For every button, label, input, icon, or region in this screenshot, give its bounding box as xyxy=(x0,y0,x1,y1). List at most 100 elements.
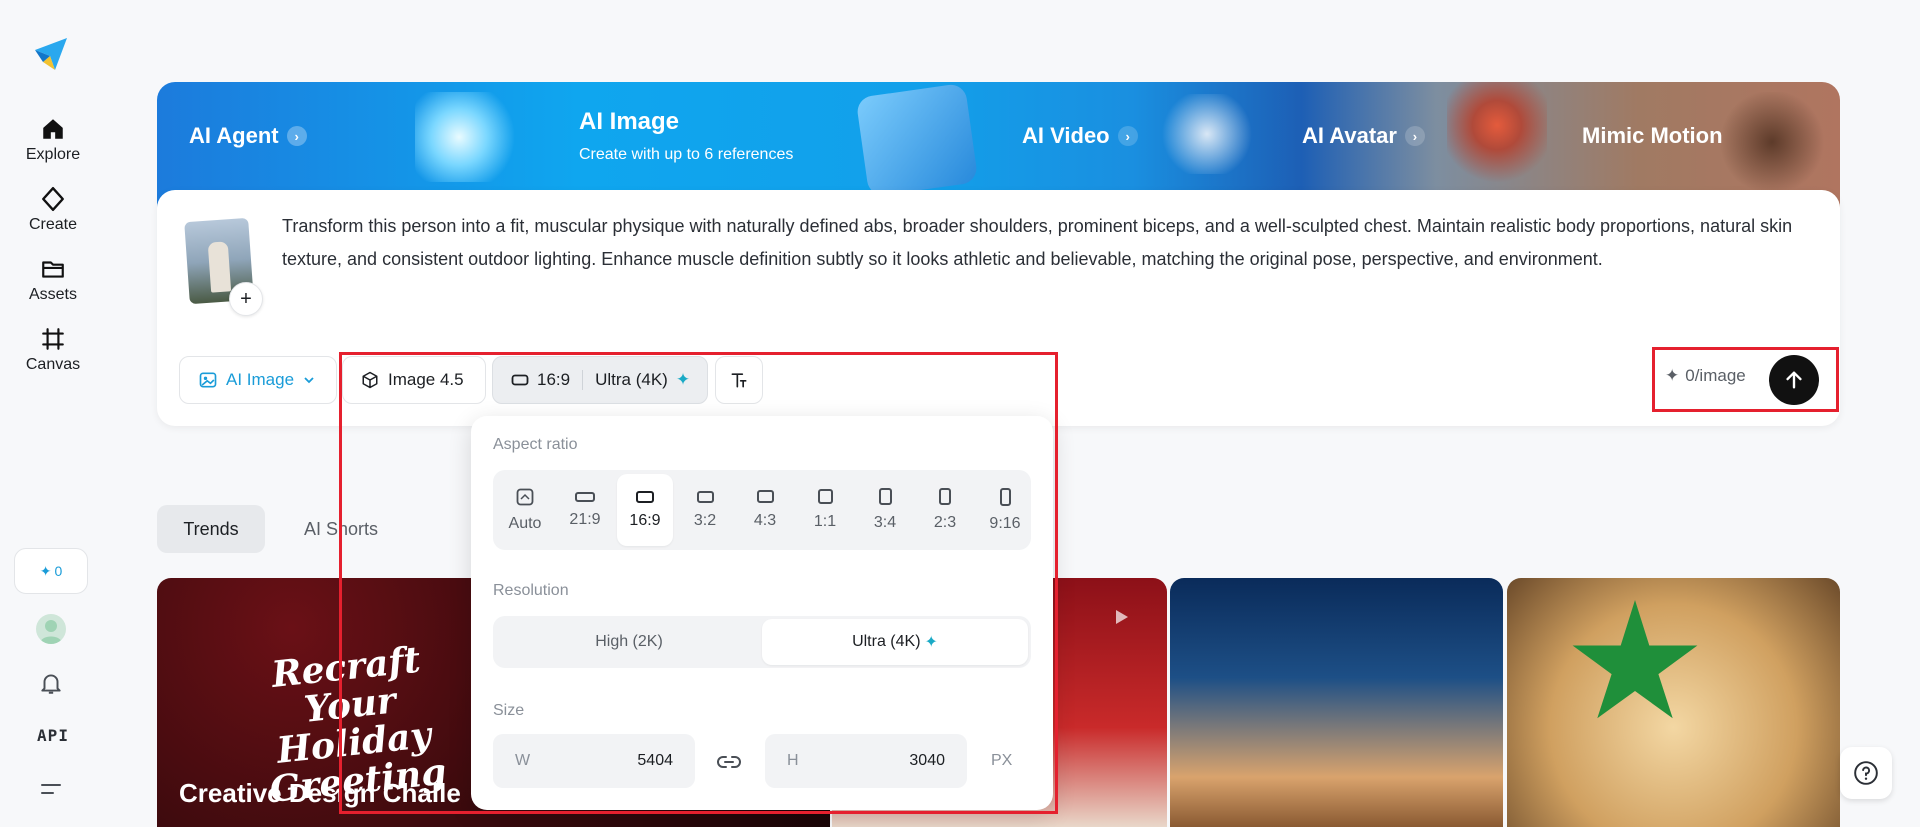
nav-explore-label: Explore xyxy=(25,146,81,163)
banner-tab-mimic-motion[interactable]: Mimic Motion xyxy=(1582,82,1723,190)
aspect-option-auto[interactable]: Auto xyxy=(497,474,553,546)
sparkle-icon: ✦ xyxy=(39,562,52,579)
help-button[interactable] xyxy=(1840,747,1892,799)
banner-tab-ai-image-label: AI Image xyxy=(579,108,680,135)
reference-person-shape xyxy=(207,241,232,293)
model-selector[interactable]: Image 4.5 xyxy=(342,356,486,404)
banner-tab-ai-image-subtitle: Create with up to 6 references xyxy=(579,146,794,163)
prompt-card: + Transform this person into a fit, musc… xyxy=(157,190,1840,426)
banner-tab-ai-avatar-label: AI Avatar xyxy=(1302,123,1397,148)
aspect-option-label: 3:4 xyxy=(873,514,897,531)
arrow-up-icon xyxy=(1786,371,1802,389)
aspect-option-16-9[interactable]: 16:9 xyxy=(617,474,673,546)
menu-icon[interactable] xyxy=(40,780,62,798)
banner-tab-ai-agent[interactable]: AI Agent › xyxy=(189,82,307,190)
banner-art-image xyxy=(855,82,979,198)
aspect-resolution-selector[interactable]: 16:9 Ultra (4K) ✦ xyxy=(492,356,708,404)
chevron-right-icon: › xyxy=(1117,126,1138,146)
app-logo[interactable] xyxy=(33,36,69,72)
width-value: 5404 xyxy=(637,752,673,769)
aspect-shape-icon xyxy=(939,488,951,505)
avatar[interactable] xyxy=(36,614,66,644)
resolution-option-label: Ultra (4K) xyxy=(852,633,921,650)
unit-label: PX xyxy=(991,752,1013,769)
user-avatar-icon xyxy=(40,620,62,644)
sparkle-icon: ✦ xyxy=(675,370,691,389)
resolution-option-high[interactable]: High (2K) xyxy=(496,619,762,665)
resolution-option-ultra[interactable]: Ultra (4K) ✦ xyxy=(762,619,1028,665)
aspect-option-9-16[interactable]: 9:16 xyxy=(977,474,1033,546)
text-style-button[interactable] xyxy=(715,356,763,404)
banner-art-mimic xyxy=(1717,92,1827,192)
banner-tab-ai-image[interactable]: AI Image Create with up to 6 references xyxy=(579,82,793,190)
aspect-shape-icon xyxy=(756,490,774,503)
aspect-option-label: 1:1 xyxy=(813,513,837,530)
credits-count: 0 xyxy=(54,563,63,579)
banner-tab-ai-video-label: AI Video xyxy=(1022,123,1110,148)
banner-tab-ai-video[interactable]: AI Video › xyxy=(1022,82,1138,190)
chevron-right-icon: › xyxy=(1404,126,1425,146)
height-value: 3040 xyxy=(909,752,945,769)
credits-button[interactable]: ✦ 0 xyxy=(14,548,88,594)
aspect-ratio-options: Auto 21:9 16:9 3:2 4:3 1:1 3:4 2:3 9:16 xyxy=(493,470,1031,550)
nav-assets[interactable]: Assets xyxy=(0,256,106,304)
sidebar: Explore Create Assets Canvas ✦ 0 API xyxy=(0,0,106,827)
aspect-ratio-title: Aspect ratio xyxy=(493,436,578,453)
mode-label: AI Image xyxy=(226,370,295,389)
generate-button[interactable] xyxy=(1769,355,1819,405)
gallery-card-underwater[interactable] xyxy=(1170,578,1503,827)
aspect-shape-icon xyxy=(636,490,654,503)
tab-ai-shorts[interactable]: AI Shorts xyxy=(280,505,402,553)
aspect-option-label: 16:9 xyxy=(629,511,661,529)
aspect-shape-icon xyxy=(696,490,714,503)
size-title: Size xyxy=(493,702,525,719)
banner-art-avatar xyxy=(1447,82,1547,190)
mode-selector[interactable]: AI Image xyxy=(179,356,337,404)
play-icon xyxy=(1116,610,1128,624)
gallery-card-caption: Creative Design Challe xyxy=(179,778,461,808)
aspect-option-label: 2:3 xyxy=(933,514,957,531)
folder-icon xyxy=(42,261,64,278)
bell-icon[interactable] xyxy=(38,670,64,696)
aspect-shape-icon xyxy=(878,488,892,505)
sparkle-icon: ✦ xyxy=(1665,366,1680,385)
aspect-option-2-3[interactable]: 2:3 xyxy=(917,474,973,546)
cube-icon xyxy=(362,371,378,389)
aspect-option-21-9[interactable]: 21:9 xyxy=(557,474,613,546)
link-icon[interactable] xyxy=(715,748,743,776)
aspect-option-3-2[interactable]: 3:2 xyxy=(677,474,733,546)
width-field[interactable]: W 5404 xyxy=(493,734,695,788)
nav-explore[interactable]: Explore xyxy=(0,116,106,164)
gallery-card-balloon[interactable] xyxy=(1507,578,1840,827)
model-label: Image 4.5 xyxy=(388,370,464,389)
help-icon xyxy=(1854,761,1878,785)
height-field[interactable]: H 3040 xyxy=(765,734,967,788)
nav-create[interactable]: Create xyxy=(0,186,106,234)
aspect-option-label: 3:2 xyxy=(693,511,717,529)
add-reference-button[interactable]: + xyxy=(229,282,263,316)
nav-canvas[interactable]: Canvas xyxy=(0,326,106,374)
resolution-options: High (2K) Ultra (4K) ✦ xyxy=(493,616,1031,668)
banner-tab-mimic-motion-label: Mimic Motion xyxy=(1582,123,1723,148)
divider xyxy=(582,370,584,390)
aspect-option-4-3[interactable]: 4:3 xyxy=(737,474,793,546)
api-link[interactable]: API xyxy=(0,726,106,745)
aspect-option-label: 4:3 xyxy=(753,512,777,529)
aspect-shape-icon xyxy=(817,489,833,504)
auto-aspect-icon xyxy=(516,488,534,505)
prompt-input[interactable]: Transform this person into a fit, muscul… xyxy=(282,210,1812,275)
banner-tab-ai-avatar[interactable]: AI Avatar › xyxy=(1302,82,1425,190)
height-label: H xyxy=(787,752,799,769)
cost-label: 0/image xyxy=(1685,366,1746,385)
aspect-option-1-1[interactable]: 1:1 xyxy=(797,474,853,546)
aspect-ratio-icon xyxy=(511,374,529,386)
home-icon xyxy=(43,119,63,139)
cost-indicator: ✦ 0/image xyxy=(1665,366,1746,386)
sparkle-icon: ✦ xyxy=(924,634,938,651)
aspect-option-label: 9:16 xyxy=(989,514,1021,532)
banner-tab-ai-agent-label: AI Agent xyxy=(189,123,279,148)
width-label: W xyxy=(515,752,531,769)
tab-trends[interactable]: Trends xyxy=(157,505,265,553)
aspect-option-3-4[interactable]: 3:4 xyxy=(857,474,913,546)
chevron-down-icon xyxy=(304,377,314,384)
